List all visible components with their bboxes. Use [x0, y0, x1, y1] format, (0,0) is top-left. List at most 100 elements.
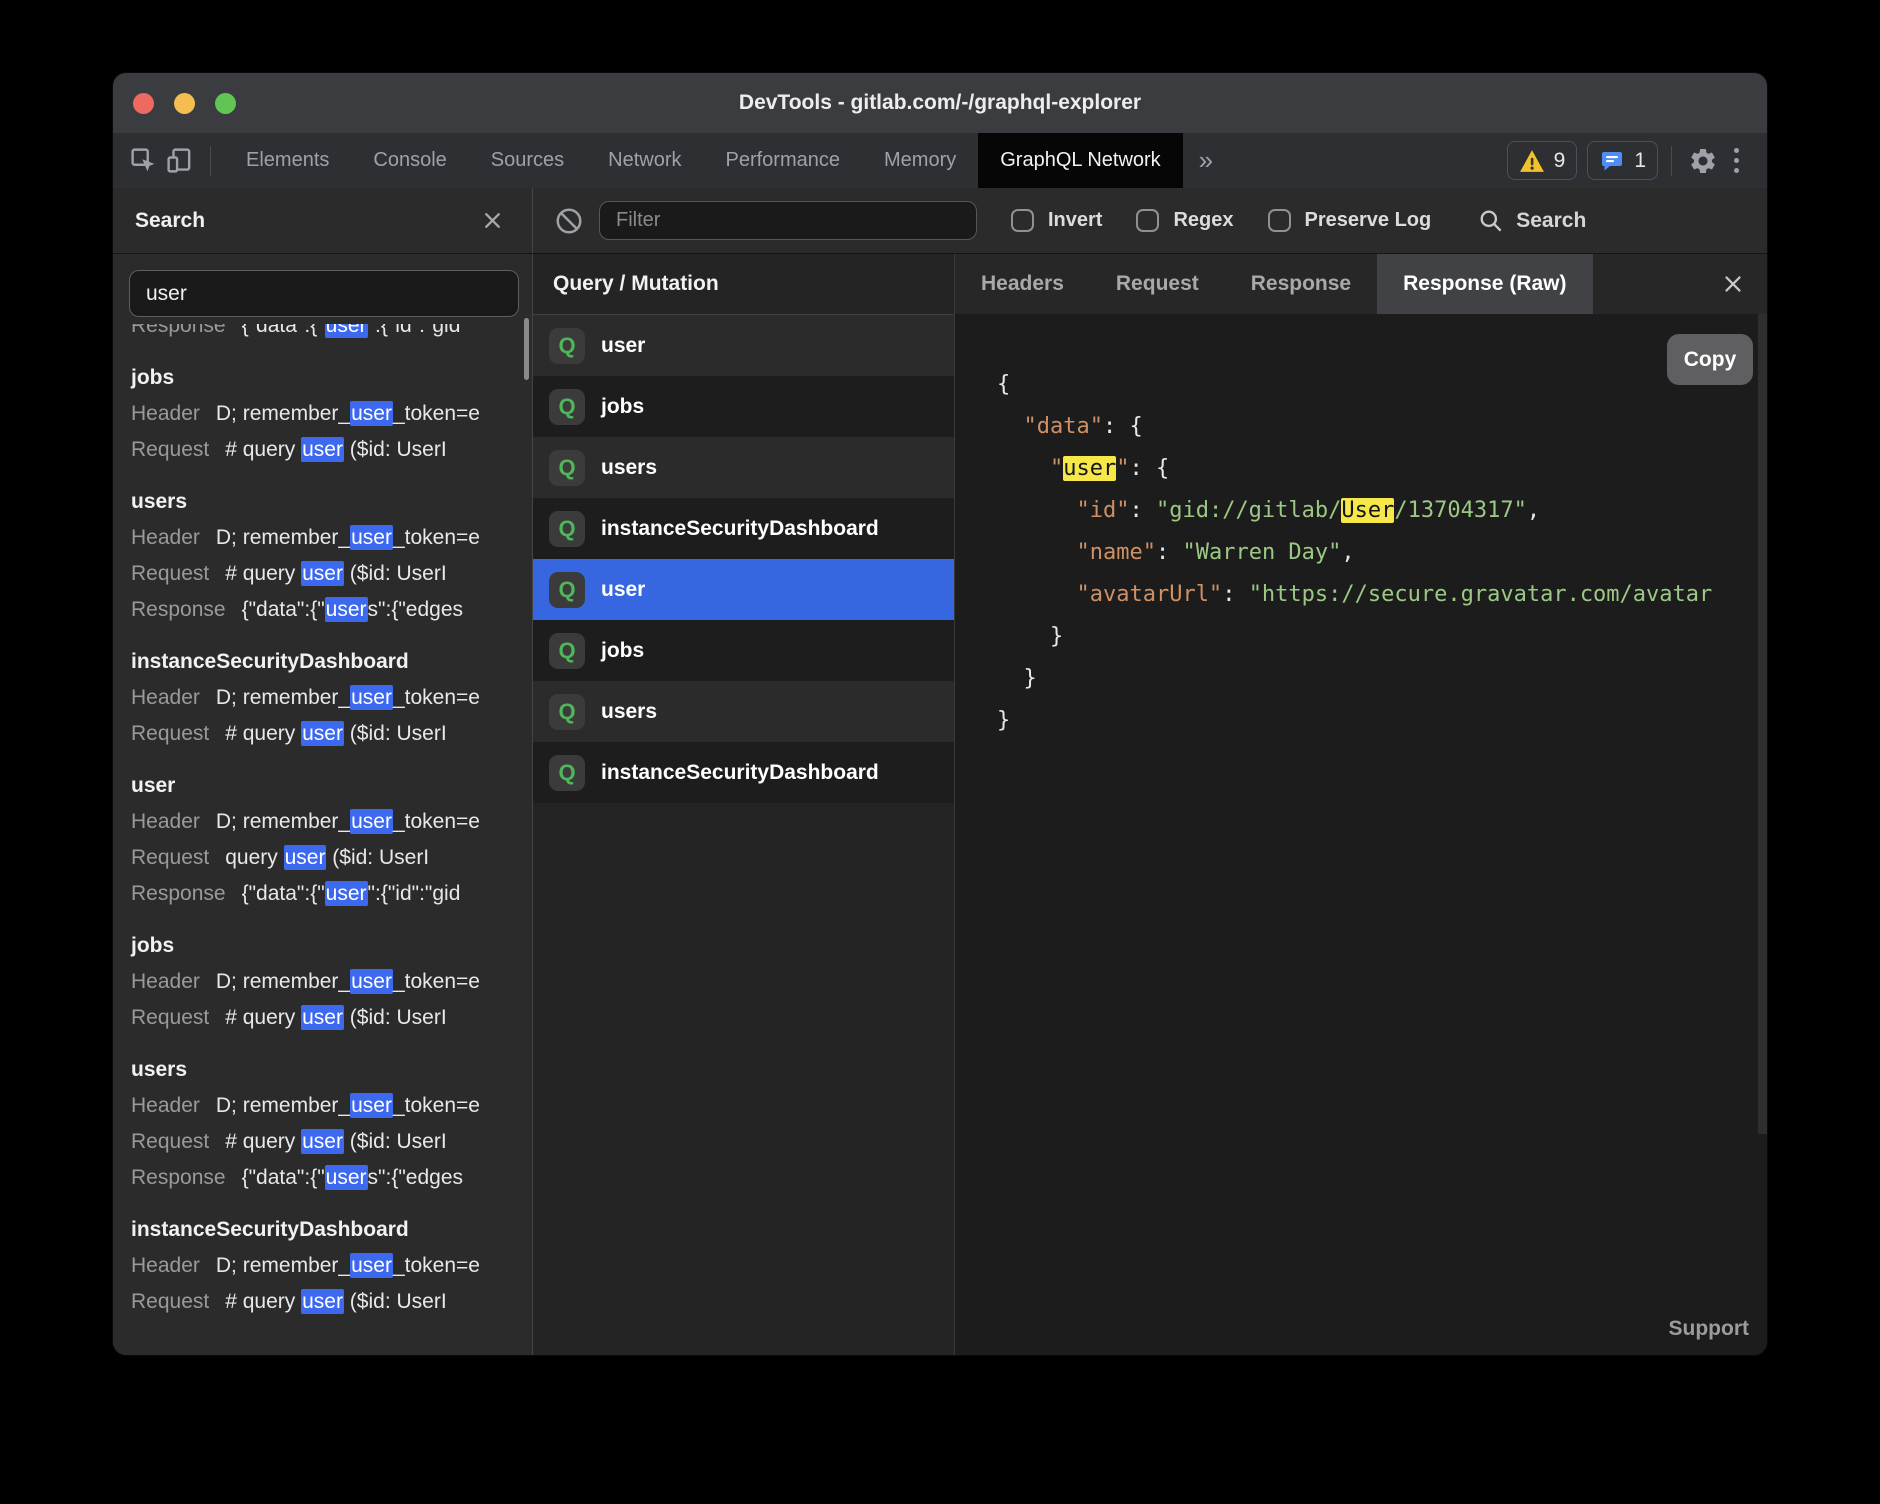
tab-sources[interactable]: Sources — [469, 133, 586, 188]
panel-tabs: ElementsConsoleSourcesNetworkPerformance… — [224, 133, 1183, 188]
search-result-line[interactable]: Response{"data":{"users":{"edges — [131, 592, 514, 628]
search-results-scrollbar[interactable] — [524, 318, 529, 380]
json-token: : — [1156, 540, 1183, 565]
json-line: } — [997, 658, 1747, 700]
search-result-line[interactable]: Requestquery user ($id: UserI — [131, 840, 514, 876]
match-highlight: user — [301, 1005, 344, 1030]
tab-elements[interactable]: Elements — [224, 133, 351, 188]
device-toolbar-icon[interactable] — [161, 143, 197, 179]
close-detail-icon[interactable] — [1713, 254, 1753, 314]
close-window-button[interactable] — [133, 93, 154, 114]
result-text: ($id: UserI — [344, 1130, 447, 1153]
result-line-label: Request — [131, 1290, 209, 1313]
result-group-title: users — [131, 484, 514, 520]
result-group-title: jobs — [131, 928, 514, 964]
tab-console[interactable]: Console — [351, 133, 468, 188]
json-line: "name": "Warren Day", — [997, 532, 1747, 574]
checkbox[interactable] — [1136, 209, 1159, 232]
search-result-line[interactable]: Request# query user ($id: UserI — [131, 556, 514, 592]
tab-memory[interactable]: Memory — [862, 133, 978, 188]
json-token: : — [1222, 582, 1249, 607]
search-query-input[interactable] — [129, 270, 519, 317]
query-row-instanceSecurityDashboard[interactable]: QinstanceSecurityDashboard — [533, 742, 954, 803]
result-text: ($id: UserI — [344, 1290, 447, 1313]
result-line-label: Request — [131, 1006, 209, 1029]
kebab-menu-icon[interactable] — [1721, 143, 1751, 179]
search-result-line[interactable]: Response{"data":{"user":{"id":"gid — [131, 876, 514, 912]
search-result-line[interactable]: Request# query user ($id: UserI — [131, 1124, 514, 1160]
tab-graphql-network[interactable]: GraphQL Network — [978, 133, 1182, 188]
search-result-line[interactable]: Request# query user ($id: UserI — [131, 1000, 514, 1036]
search-result-line[interactable]: Response{"data":{"user":{"id":"gid — [131, 324, 514, 344]
search-result-line[interactable]: Request# query user ($id: UserI — [131, 716, 514, 752]
tab-performance[interactable]: Performance — [704, 133, 863, 188]
search-result-line[interactable]: Request# query user ($id: UserI — [131, 1284, 514, 1320]
inspect-element-icon[interactable] — [125, 143, 161, 179]
filter-option-preserve-log[interactable]: Preserve Log — [1268, 209, 1432, 232]
result-text: D; remember_ — [216, 526, 350, 549]
json-token: "gid://gitlab/ — [1156, 498, 1341, 523]
search-result-line[interactable]: HeaderD; remember_user_token=e — [131, 1088, 514, 1124]
query-row-instanceSecurityDashboard[interactable]: QinstanceSecurityDashboard — [533, 498, 954, 559]
match-highlight: user — [284, 845, 327, 870]
warnings-badge[interactable]: 9 — [1507, 141, 1578, 180]
issues-badge[interactable]: 1 — [1587, 141, 1658, 180]
search-panel-title: Search — [135, 209, 205, 233]
toolbar-search-label: Search — [1516, 209, 1586, 233]
json-token: } — [997, 624, 1063, 649]
filter-option-invert[interactable]: Invert — [1011, 209, 1102, 232]
filter-input[interactable] — [599, 201, 977, 240]
search-result-line[interactable]: Request# query user ($id: UserI — [131, 432, 514, 468]
toolbar-search-control[interactable]: Search — [1477, 207, 1586, 234]
search-result-line[interactable]: HeaderD; remember_user_token=e — [131, 680, 514, 716]
checkbox[interactable] — [1011, 209, 1034, 232]
json-token: } — [997, 666, 1037, 691]
query-row-user[interactable]: Quser — [533, 315, 954, 376]
support-link[interactable]: Support — [1669, 1317, 1749, 1341]
close-search-panel-icon[interactable] — [474, 203, 510, 239]
search-result-line[interactable]: HeaderD; remember_user_token=e — [131, 520, 514, 556]
result-group-title: user — [131, 768, 514, 804]
json-token: } — [997, 708, 1010, 733]
more-tabs-chevron-icon[interactable]: » — [1183, 145, 1229, 176]
query-row-jobs[interactable]: Qjobs — [533, 620, 954, 681]
zoom-window-button[interactable] — [215, 93, 236, 114]
match-highlight: user — [325, 597, 368, 622]
detail-tab-headers[interactable]: Headers — [955, 254, 1090, 314]
query-type-badge: Q — [549, 511, 585, 547]
query-row-users[interactable]: Qusers — [533, 437, 954, 498]
result-line-label: Request — [131, 722, 209, 745]
json-token — [997, 540, 1076, 565]
detail-tab-request[interactable]: Request — [1090, 254, 1225, 314]
filter-option-regex[interactable]: Regex — [1136, 209, 1233, 232]
detail-tab-response[interactable]: Response — [1225, 254, 1377, 314]
json-token: { — [997, 372, 1010, 397]
warning-icon — [1519, 149, 1545, 173]
query-row-users[interactable]: Qusers — [533, 681, 954, 742]
json-token: : — [1129, 498, 1156, 523]
checkbox[interactable] — [1268, 209, 1291, 232]
search-result-line[interactable]: HeaderD; remember_user_token=e — [131, 1248, 514, 1284]
search-result-line[interactable]: HeaderD; remember_user_token=e — [131, 964, 514, 1000]
match-highlight: user — [350, 525, 393, 550]
search-result-line[interactable]: HeaderD; remember_user_token=e — [131, 396, 514, 432]
match-highlight: user — [350, 1093, 393, 1118]
json-token: " — [1116, 456, 1129, 481]
raw-match-highlight: user — [1063, 456, 1116, 481]
clear-block-icon[interactable] — [551, 203, 587, 239]
search-result-line[interactable]: Response{"data":{"users":{"edges — [131, 1160, 514, 1196]
json-token: , — [1341, 540, 1354, 565]
query-row-user[interactable]: Quser — [533, 559, 954, 620]
query-row-label: instanceSecurityDashboard — [601, 517, 879, 541]
tab-network[interactable]: Network — [586, 133, 703, 188]
raw-response-body: Copy { "data": { "user": { "id": "gid://… — [955, 314, 1767, 1355]
json-token — [997, 498, 1076, 523]
detail-tab-response-raw-[interactable]: Response (Raw) — [1377, 254, 1592, 314]
query-row-jobs[interactable]: Qjobs — [533, 376, 954, 437]
result-group-title: instanceSecurityDashboard — [131, 644, 514, 680]
search-result-line[interactable]: HeaderD; remember_user_token=e — [131, 804, 514, 840]
settings-gear-icon[interactable] — [1685, 143, 1721, 179]
minimize-window-button[interactable] — [174, 93, 195, 114]
result-group-title: instanceSecurityDashboard — [131, 1212, 514, 1248]
response-scrollbar[interactable] — [1758, 314, 1767, 1134]
